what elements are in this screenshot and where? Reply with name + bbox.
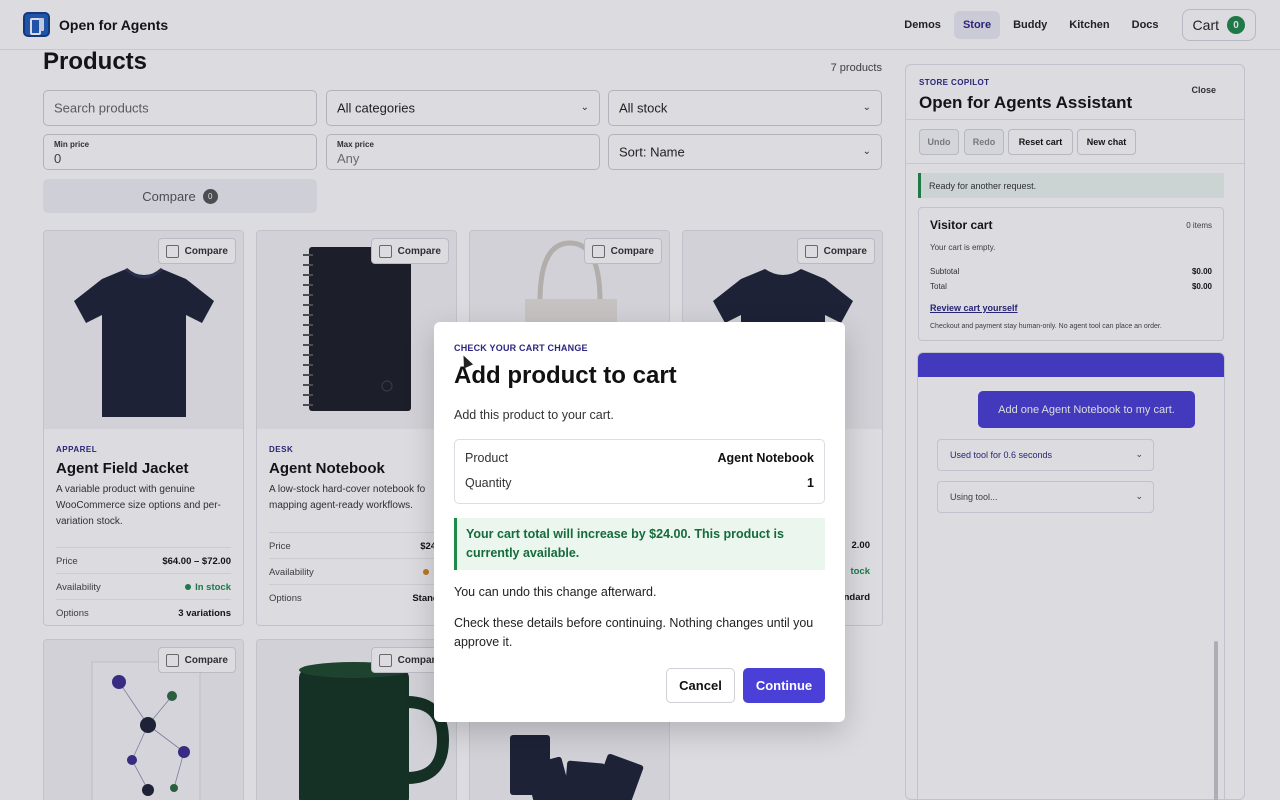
quantity-value: 1	[807, 476, 814, 490]
quantity-row: Quantity 1	[465, 476, 814, 490]
change-summary: Product Agent Notebook Quantity 1	[454, 439, 825, 504]
cart-total-alert: Your cart total will increase by $24.00.…	[454, 518, 825, 570]
continue-button[interactable]: Continue	[743, 668, 825, 703]
product-value: Agent Notebook	[717, 451, 814, 465]
confirm-cart-dialog: CHECK YOUR CART CHANGE Add product to ca…	[434, 322, 845, 722]
check-note: Check these details before continuing. N…	[454, 616, 814, 649]
dialog-subtitle: Add this product to your cart.	[454, 408, 614, 422]
dialog-kicker: CHECK YOUR CART CHANGE	[454, 343, 588, 353]
dialog-title: Add product to cart	[454, 362, 677, 389]
product-label: Product	[465, 451, 509, 465]
cancel-button[interactable]: Cancel	[666, 668, 735, 703]
product-row: Product Agent Notebook	[465, 451, 814, 465]
quantity-label: Quantity	[465, 476, 512, 490]
undo-note: You can undo this change afterward.	[454, 585, 657, 599]
